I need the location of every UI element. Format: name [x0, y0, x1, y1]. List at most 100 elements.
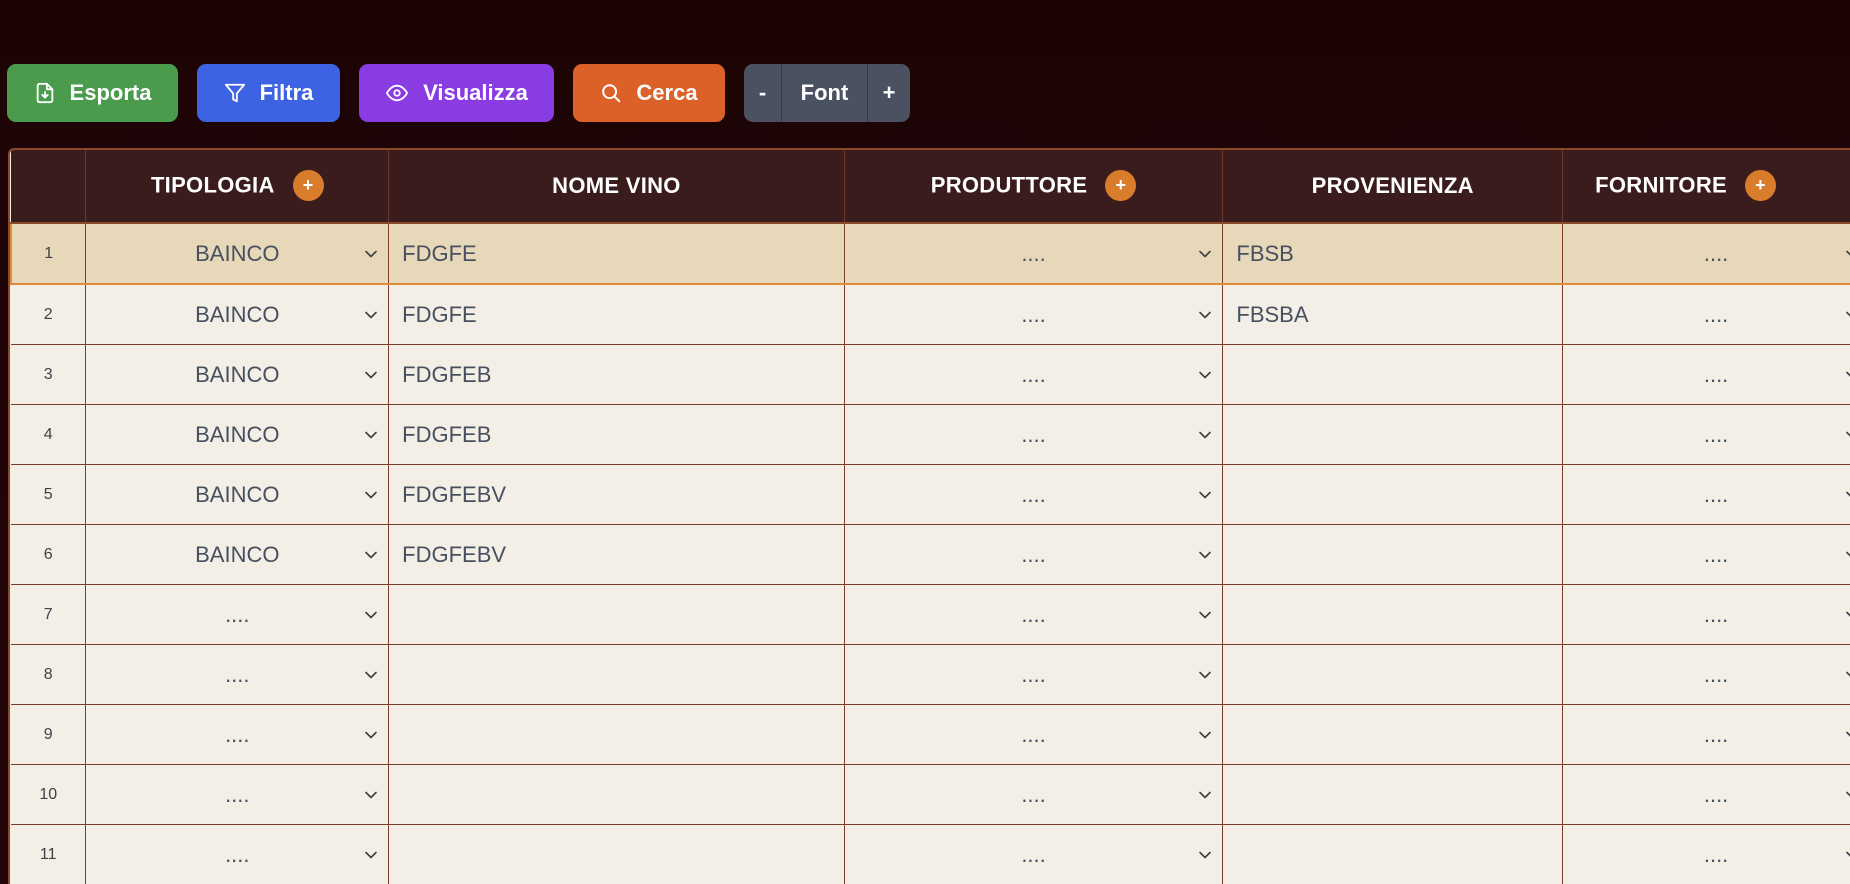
produttore-select[interactable]: .... — [844, 404, 1224, 465]
add-produttore-button[interactable]: + — [1105, 169, 1137, 201]
table-row[interactable]: 3 BAINCO FDGFEB........ — [11, 344, 1850, 405]
table-row[interactable]: 9............ — [11, 704, 1850, 765]
tipologia-select[interactable]: .... — [85, 824, 390, 884]
chevron-down-icon[interactable] — [360, 604, 382, 626]
nome-vino-cell[interactable] — [388, 584, 845, 645]
chevron-down-icon[interactable] — [360, 484, 382, 506]
nome-vino-cell[interactable] — [388, 704, 845, 765]
fornitore-select[interactable]: .... — [1562, 584, 1850, 645]
chevron-down-icon[interactable] — [1841, 724, 1850, 746]
chevron-down-icon[interactable] — [1841, 844, 1850, 866]
chevron-down-icon[interactable] — [360, 364, 382, 386]
chevron-down-icon[interactable] — [1841, 664, 1850, 686]
provenienza-cell[interactable] — [1222, 644, 1564, 705]
provenienza-cell[interactable] — [1222, 344, 1564, 405]
chevron-down-icon[interactable] — [1841, 243, 1850, 265]
chevron-down-icon[interactable] — [360, 844, 382, 866]
fornitore-select[interactable]: .... — [1562, 644, 1850, 705]
provenienza-cell[interactable] — [1222, 764, 1564, 825]
produttore-select[interactable]: .... — [844, 644, 1224, 705]
table-row[interactable]: 4 BAINCO FDGFEB........ — [11, 404, 1850, 465]
table-row[interactable]: 8............ — [11, 644, 1850, 705]
chevron-down-icon[interactable] — [1841, 784, 1850, 806]
provenienza-cell[interactable] — [1222, 404, 1564, 465]
chevron-down-icon[interactable] — [1194, 664, 1216, 686]
add-fornitore-button[interactable]: + — [1745, 169, 1776, 201]
tipologia-select[interactable]: .... — [85, 584, 390, 645]
tipologia-select[interactable]: BAINCO — [85, 222, 390, 285]
produttore-select[interactable]: .... — [844, 344, 1224, 405]
chevron-down-icon[interactable] — [1194, 784, 1216, 806]
table-row[interactable]: 10............ — [11, 764, 1850, 825]
chevron-down-icon[interactable] — [1194, 304, 1216, 326]
chevron-down-icon[interactable] — [1194, 724, 1216, 746]
chevron-down-icon[interactable] — [1841, 484, 1850, 506]
provenienza-cell[interactable] — [1222, 524, 1564, 585]
font-decrease-button[interactable]: - — [744, 64, 782, 122]
nome-vino-cell[interactable] — [388, 824, 845, 884]
fornitore-select[interactable]: .... — [1562, 404, 1850, 465]
fornitore-select[interactable]: .... — [1562, 824, 1850, 884]
table-row[interactable]: 5 BAINCO FDGFEBV........ — [11, 464, 1850, 525]
chevron-down-icon[interactable] — [360, 424, 382, 446]
chevron-down-icon[interactable] — [1841, 424, 1850, 446]
chevron-down-icon[interactable] — [1194, 844, 1216, 866]
tipologia-select[interactable]: BAINCO — [85, 344, 390, 405]
tipologia-select[interactable]: BAINCO — [85, 284, 390, 345]
chevron-down-icon[interactable] — [360, 784, 382, 806]
fornitore-select[interactable]: .... — [1562, 464, 1850, 525]
produttore-select[interactable]: .... — [844, 464, 1224, 525]
nome-vino-cell[interactable] — [388, 764, 845, 825]
search-button[interactable]: Cerca — [573, 64, 725, 122]
fornitore-select[interactable]: .... — [1562, 524, 1850, 585]
nome-vino-cell[interactable] — [388, 644, 845, 705]
chevron-down-icon[interactable] — [360, 243, 382, 265]
nome-vino-cell[interactable]: FDGFEBV — [388, 524, 845, 585]
provenienza-cell[interactable]: FBSBA — [1222, 284, 1564, 345]
fornitore-select[interactable]: .... — [1562, 764, 1850, 825]
nome-vino-cell[interactable]: FDGFE — [388, 222, 845, 285]
chevron-down-icon[interactable] — [360, 304, 382, 326]
chevron-down-icon[interactable] — [1841, 604, 1850, 626]
filter-button[interactable]: Filtra — [197, 64, 340, 122]
fornitore-select[interactable]: .... — [1562, 344, 1850, 405]
tipologia-select[interactable]: BAINCO — [85, 464, 390, 525]
produttore-select[interactable]: .... — [844, 222, 1224, 285]
tipologia-select[interactable]: BAINCO — [85, 404, 390, 465]
produttore-select[interactable]: .... — [844, 284, 1224, 345]
chevron-down-icon[interactable] — [1194, 604, 1216, 626]
tipologia-select[interactable]: .... — [85, 704, 390, 765]
fornitore-select[interactable]: .... — [1562, 704, 1850, 765]
produttore-select[interactable]: .... — [844, 524, 1224, 585]
provenienza-cell[interactable]: FBSB — [1222, 222, 1564, 285]
chevron-down-icon[interactable] — [1194, 484, 1216, 506]
produttore-select[interactable]: .... — [844, 704, 1224, 765]
nome-vino-cell[interactable]: FDGFEB — [388, 344, 845, 405]
provenienza-cell[interactable] — [1222, 464, 1564, 525]
table-row[interactable]: 2 BAINCO FDGFE.... FBSBA.... — [11, 284, 1850, 345]
chevron-down-icon[interactable] — [1841, 364, 1850, 386]
tipologia-select[interactable]: .... — [85, 644, 390, 705]
fornitore-select[interactable]: .... — [1562, 222, 1850, 285]
export-button[interactable]: Esporta — [7, 64, 178, 122]
table-row[interactable]: 6 BAINCO FDGFEBV........ — [11, 524, 1850, 585]
tipologia-select[interactable]: .... — [85, 764, 390, 825]
view-button[interactable]: Visualizza — [359, 64, 554, 122]
nome-vino-cell[interactable]: FDGFEBV — [388, 464, 845, 525]
provenienza-cell[interactable] — [1222, 584, 1564, 645]
table-row[interactable]: 1 BAINCO FDGFE.... FBSB.... — [10, 222, 1850, 285]
provenienza-cell[interactable] — [1222, 824, 1564, 884]
nome-vino-cell[interactable]: FDGFE — [388, 284, 845, 345]
provenienza-cell[interactable] — [1222, 704, 1564, 765]
chevron-down-icon[interactable] — [1194, 544, 1216, 566]
chevron-down-icon[interactable] — [360, 664, 382, 686]
chevron-down-icon[interactable] — [360, 544, 382, 566]
add-tipologia-button[interactable]: + — [292, 169, 324, 201]
chevron-down-icon[interactable] — [1841, 304, 1850, 326]
chevron-down-icon[interactable] — [1194, 364, 1216, 386]
fornitore-select[interactable]: .... — [1562, 284, 1850, 345]
font-increase-button[interactable]: + — [867, 64, 910, 122]
tipologia-select[interactable]: BAINCO — [85, 524, 390, 585]
produttore-select[interactable]: .... — [844, 584, 1224, 645]
nome-vino-cell[interactable]: FDGFEB — [388, 404, 845, 465]
